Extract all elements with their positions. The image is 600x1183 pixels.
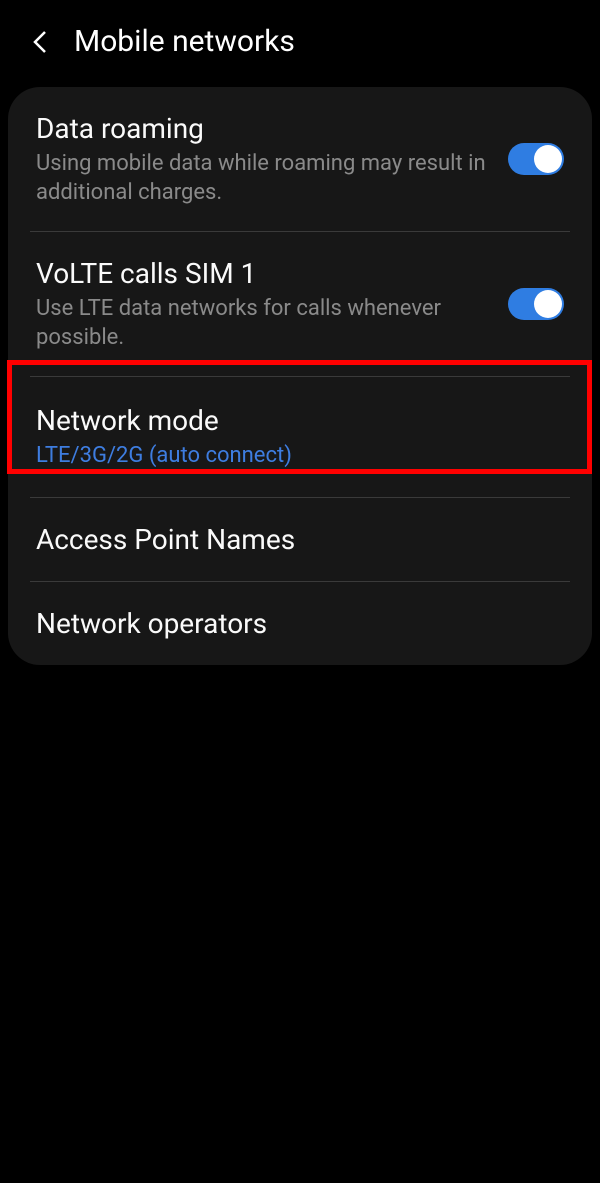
toggle-knob xyxy=(534,290,562,318)
row-title: Access Point Names xyxy=(36,522,548,557)
back-icon[interactable] xyxy=(28,30,52,54)
data-roaming-row[interactable]: Data roaming Using mobile data while roa… xyxy=(8,87,592,231)
row-content: VoLTE calls SIM 1 Use LTE data networks … xyxy=(36,256,508,352)
row-title: Data roaming xyxy=(36,111,492,146)
network-mode-row[interactable]: Network mode LTE/3G/2G (auto connect) xyxy=(8,377,592,497)
row-content: Data roaming Using mobile data while roa… xyxy=(36,111,508,207)
volte-calls-row[interactable]: VoLTE calls SIM 1 Use LTE data networks … xyxy=(8,232,592,376)
volte-toggle[interactable] xyxy=(508,288,564,320)
row-title: Network mode xyxy=(36,403,548,438)
row-content: Network operators xyxy=(36,606,564,641)
row-content: Access Point Names xyxy=(36,522,564,557)
row-content: Network mode LTE/3G/2G (auto connect) xyxy=(36,403,564,471)
access-point-names-row[interactable]: Access Point Names xyxy=(8,498,592,581)
settings-card: Data roaming Using mobile data while roa… xyxy=(8,87,592,665)
row-subtitle: Using mobile data while roaming may resu… xyxy=(36,150,492,207)
row-title: Network operators xyxy=(36,606,548,641)
toggle-knob xyxy=(534,145,562,173)
page-title: Mobile networks xyxy=(74,24,295,59)
row-subtitle: Use LTE data networks for calls whenever… xyxy=(36,295,492,352)
row-title: VoLTE calls SIM 1 xyxy=(36,256,492,291)
header: Mobile networks xyxy=(0,0,600,87)
row-subtitle: LTE/3G/2G (auto connect) xyxy=(36,442,548,471)
network-operators-row[interactable]: Network operators xyxy=(8,582,592,665)
data-roaming-toggle[interactable] xyxy=(508,143,564,175)
